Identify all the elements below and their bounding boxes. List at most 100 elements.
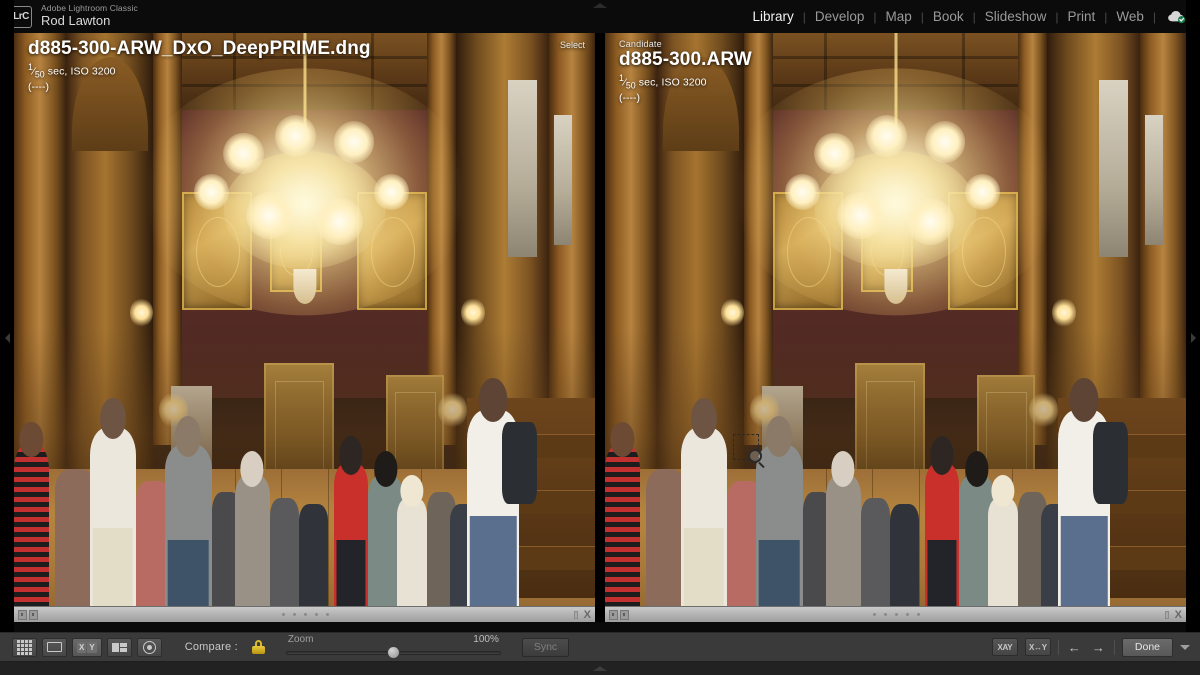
person	[988, 498, 1018, 622]
zoom-control[interactable]: Zoom 100%	[285, 634, 501, 660]
candidate-tag: Candidate	[619, 39, 662, 49]
person	[825, 474, 861, 622]
chandelier-bulb	[223, 133, 264, 175]
zoom-label: Zoom	[287, 634, 314, 645]
color-label-swatch[interactable]	[573, 610, 578, 619]
loupe-magnifier-cursor	[732, 433, 765, 468]
star-2[interactable]	[293, 613, 297, 616]
wall-sconce	[461, 298, 485, 328]
chandelier-bulb	[814, 133, 855, 175]
flag-reject-icon[interactable]	[620, 609, 629, 620]
survey-icon	[111, 642, 127, 652]
chevron-left-icon	[4, 332, 10, 343]
person	[269, 498, 299, 622]
left-panel-toggle[interactable]	[0, 0, 14, 675]
star-rating	[873, 613, 921, 616]
person	[605, 445, 640, 622]
select-pane[interactable]: d885-300-ARW_DxO_DeepPRIME.dng 1⁄50 sec,…	[14, 33, 595, 622]
select-exif-extra: (----)	[28, 80, 49, 93]
star-3[interactable]	[895, 613, 899, 616]
lock-closed-icon[interactable]	[251, 640, 265, 654]
cloud-check-icon[interactable]	[1166, 8, 1188, 26]
reject-icon[interactable]: X	[1175, 609, 1182, 621]
select-rating-strip[interactable]: X	[14, 606, 595, 622]
star-5[interactable]	[326, 613, 330, 616]
color-label-swatch[interactable]	[1164, 610, 1169, 619]
xy-icon: XY	[77, 641, 97, 653]
person	[397, 498, 427, 622]
module-picker: Library | Develop | Map | Book | Slidesh…	[743, 8, 1200, 26]
people-view-button[interactable]	[136, 637, 162, 657]
filmstrip-toggle[interactable]	[0, 662, 1200, 675]
zoom-value: 100%	[473, 634, 499, 645]
chandelier-bulb	[866, 115, 908, 157]
wall-sconce	[1052, 298, 1076, 328]
zoom-slider-handle[interactable]	[387, 646, 401, 659]
chandelier-bulb	[965, 174, 1001, 210]
candidate-pane[interactable]: Candidate d885-300.ARW 1⁄50 sec, ISO 320…	[605, 33, 1186, 622]
person	[234, 474, 270, 622]
star-1[interactable]	[873, 613, 877, 616]
module-library[interactable]: Library	[743, 9, 802, 24]
grid-view-button[interactable]	[12, 637, 37, 657]
star-3[interactable]	[304, 613, 308, 616]
select-photo[interactable]: d885-300-ARW_DxO_DeepPRIME.dng 1⁄50 sec,…	[14, 33, 595, 622]
candidate-rating-strip[interactable]: X	[605, 606, 1186, 622]
toolbar-divider	[1057, 639, 1059, 655]
swap-select-candidate-button[interactable]: XAY	[991, 638, 1018, 656]
top-panel-toggle[interactable]	[573, 0, 627, 11]
candidate-filename: d885-300.ARW	[619, 49, 752, 70]
module-web[interactable]: Web	[1107, 9, 1153, 24]
compare-view-button[interactable]: XY	[72, 637, 102, 657]
star-rating	[282, 613, 330, 616]
flag-reject-icon[interactable]	[29, 609, 38, 620]
face-icon	[142, 640, 156, 654]
candidate-info-overlay: Candidate d885-300.ARW 1⁄50 sec, ISO 320…	[619, 39, 752, 104]
survey-view-button[interactable]	[106, 637, 132, 657]
loupe-view-button[interactable]	[42, 637, 67, 657]
sync-button[interactable]: Sync	[521, 637, 570, 657]
module-print[interactable]: Print	[1058, 9, 1104, 24]
right-panel-toggle[interactable]	[1186, 0, 1200, 675]
flag-pick-icon[interactable]	[18, 609, 27, 620]
previous-photo-button[interactable]: ←	[1066, 640, 1083, 655]
flag-pick-icon[interactable]	[609, 609, 618, 620]
module-slideshow[interactable]: Slideshow	[976, 9, 1056, 24]
candidate-photo[interactable]: Candidate d885-300.ARW 1⁄50 sec, ISO 320…	[605, 33, 1186, 622]
star-4[interactable]	[315, 613, 319, 616]
make-select-button[interactable]: X↔Y	[1024, 638, 1051, 656]
grid-icon	[17, 639, 32, 655]
chandelier-bulb	[907, 197, 954, 246]
candidate-exif-extra: (----)	[619, 91, 640, 104]
person-head	[1069, 377, 1099, 422]
toolbar-divider	[1113, 639, 1115, 655]
module-develop[interactable]: Develop	[806, 9, 874, 24]
lightroom-window: LrC Adobe Lightroom Classic Rod Lawton L…	[0, 0, 1200, 675]
done-button[interactable]: Done	[1121, 637, 1173, 657]
candidate-exif: 1⁄50 sec, ISO 3200	[619, 72, 707, 91]
reject-icon[interactable]: X	[584, 609, 591, 621]
chevron-up-icon	[593, 3, 607, 8]
module-book[interactable]: Book	[924, 9, 973, 24]
star-1[interactable]	[282, 613, 286, 616]
person	[14, 445, 49, 622]
select-filename: d885-300-ARW_DxO_DeepPRIME.dng	[28, 38, 371, 59]
identity-plate: LrC Adobe Lightroom Classic Rod Lawton	[0, 3, 138, 29]
chandelier-bulb	[785, 174, 820, 210]
next-photo-button[interactable]: →	[1090, 640, 1107, 655]
person	[889, 504, 919, 622]
hall-scene	[605, 33, 1186, 622]
module-map[interactable]: Map	[877, 9, 921, 24]
star-5[interactable]	[917, 613, 921, 616]
window	[1098, 80, 1128, 257]
person-head	[478, 377, 508, 422]
hall-scene	[14, 33, 595, 622]
chevron-down-icon[interactable]	[1180, 644, 1190, 650]
chandelier-bulb	[246, 192, 293, 240]
chandelier-bulb	[275, 115, 317, 157]
star-2[interactable]	[884, 613, 888, 616]
star-4[interactable]	[906, 613, 910, 616]
select-exif: 1⁄50 sec, ISO 3200	[28, 61, 116, 80]
compare-label: Compare :	[184, 641, 238, 653]
person	[860, 498, 890, 622]
